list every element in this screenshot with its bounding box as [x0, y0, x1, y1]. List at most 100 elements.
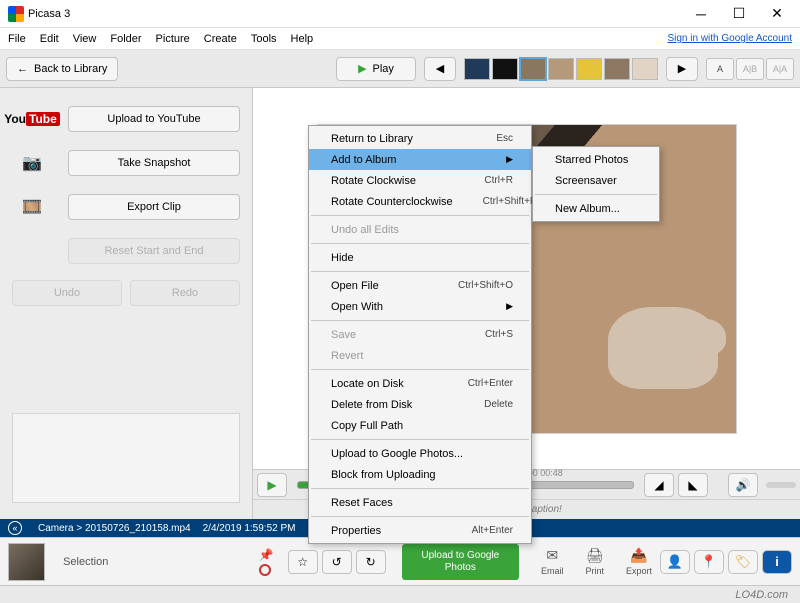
print-label: Print [585, 566, 604, 576]
ctx-upload-to-google-photos-[interactable]: Upload to Google Photos... [309, 443, 531, 464]
play-icon: ▶ [358, 62, 366, 75]
mark-in-button[interactable]: ◢ [644, 473, 674, 497]
undo-button[interactable]: Undo [12, 280, 122, 306]
people-button[interactable]: 👤 [660, 550, 690, 574]
subctx-starred-photos[interactable]: Starred Photos [533, 149, 659, 170]
ctx-rotate-clockwise[interactable]: Rotate ClockwiseCtrl+R [309, 170, 531, 191]
signin-link[interactable]: Sign in with Google Account [667, 33, 792, 44]
upload-youtube-button[interactable]: Upload to YouTube [68, 106, 240, 132]
play-label: Play [373, 63, 394, 75]
thumb-6[interactable] [604, 58, 630, 80]
view-mode-a[interactable]: A [706, 58, 734, 80]
maximize-button[interactable]: ☐ [720, 1, 758, 27]
back-label: Back to Library [34, 63, 107, 75]
thumb-4[interactable] [548, 58, 574, 80]
ctx-copy-full-path[interactable]: Copy Full Path [309, 415, 531, 436]
back-arrow-icon: ← [17, 63, 28, 75]
collapse-toggle[interactable]: « [8, 521, 22, 535]
ctx-open-file[interactable]: Open FileCtrl+Shift+O [309, 275, 531, 296]
ctx-block-from-uploading[interactable]: Block from Uploading [309, 464, 531, 485]
rotate-cw-button[interactable]: ↻ [356, 550, 386, 574]
undo-redo-group: Undo Redo [12, 280, 240, 306]
watermark: LO4D.com [735, 589, 788, 601]
view-mode-aa[interactable]: A|A [766, 58, 794, 80]
ctx-locate-on-disk[interactable]: Locate on DiskCtrl+Enter [309, 373, 531, 394]
tag-button[interactable]: 🏷 [728, 550, 758, 574]
thumb-3[interactable] [520, 58, 546, 80]
menu-tools[interactable]: Tools [251, 33, 277, 45]
ctx-hide[interactable]: Hide [309, 247, 531, 268]
camera-icon: 📷 [12, 148, 52, 178]
menu-create[interactable]: Create [204, 33, 237, 45]
ctx-delete-from-disk[interactable]: Delete from DiskDelete [309, 394, 531, 415]
ctx-save[interactable]: SaveCtrl+S [309, 324, 531, 345]
tray-tools: 📌 [259, 548, 274, 576]
menu-file[interactable]: File [8, 33, 26, 45]
mark-out-button[interactable]: ◣ [678, 473, 708, 497]
ctx-open-with[interactable]: Open With▶ [309, 296, 531, 317]
ctx-reset-faces[interactable]: Reset Faces [309, 492, 531, 513]
pin-icon[interactable]: 📌 [259, 548, 274, 562]
right-button-group: 👤 📍 🏷 i [660, 550, 792, 574]
ctx-revert[interactable]: Revert [309, 345, 531, 366]
ctx-undo-all-edits[interactable]: Undo all Edits [309, 219, 531, 240]
export-label: Export [626, 566, 652, 576]
volume-slider[interactable] [766, 482, 796, 488]
info-button[interactable]: i [762, 550, 792, 574]
upload-google-photos-button[interactable]: Upload to Google Photos [402, 544, 519, 580]
rotate-ccw-button[interactable]: ↺ [322, 550, 352, 574]
tray-thumb[interactable] [8, 543, 45, 581]
subctx-screensaver[interactable]: Screensaver [533, 170, 659, 191]
timeline-play-button[interactable]: ▶ [257, 473, 287, 497]
context-menu[interactable]: Return to LibraryEscAdd to Album▶Rotate … [308, 125, 532, 544]
volume-button[interactable]: 🔊 [728, 473, 758, 497]
status-path: Camera > 20150726_210158.mp4 [38, 523, 191, 534]
menu-help[interactable]: Help [291, 33, 314, 45]
geotag-button[interactable]: 📍 [694, 550, 724, 574]
subctx-new-album-[interactable]: New Album... [533, 198, 659, 219]
export-clip-button[interactable]: Export Clip [68, 194, 240, 220]
thumb-5[interactable] [576, 58, 602, 80]
ctx-add-to-album[interactable]: Add to Album▶ [309, 149, 531, 170]
email-action[interactable]: ✉ Email [541, 547, 564, 576]
email-label: Email [541, 566, 564, 576]
window-controls: ─ ☐ ✕ [682, 1, 796, 27]
thumb-2[interactable] [492, 58, 518, 80]
sidebar: YouTube Upload to YouTube 📷 Take Snapsho… [0, 88, 253, 519]
thumb-1[interactable] [464, 58, 490, 80]
menu-picture[interactable]: Picture [156, 33, 190, 45]
star-row: ☆ ↺ ↻ [288, 550, 386, 574]
toolbar: ← Back to Library ▶ Play ◀ ▶ A A|B A|A [0, 50, 800, 88]
snapshot-button[interactable]: Take Snapshot [68, 150, 240, 176]
export-row: 🎞️ Export Clip [12, 192, 240, 222]
back-to-library-button[interactable]: ← Back to Library [6, 57, 118, 81]
ctx-return-to-library[interactable]: Return to LibraryEsc [309, 128, 531, 149]
photo-subject [608, 307, 718, 389]
status-date: 2/4/2019 1:59:52 PM [203, 523, 296, 534]
play-button[interactable]: ▶ Play [336, 57, 416, 81]
menu-edit[interactable]: Edit [40, 33, 59, 45]
ctx-rotate-counterclockwise[interactable]: Rotate CounterclockwiseCtrl+Shift+R [309, 191, 531, 212]
ctx-properties[interactable]: PropertiesAlt+Enter [309, 520, 531, 541]
prev-image-button[interactable]: ◀ [424, 57, 456, 81]
view-mode-ab[interactable]: A|B [736, 58, 764, 80]
close-button[interactable]: ✕ [758, 1, 796, 27]
view-mode-group: A A|B A|A [706, 58, 794, 80]
clear-tray-icon[interactable] [259, 564, 271, 576]
redo-button[interactable]: Redo [130, 280, 240, 306]
minimize-button[interactable]: ─ [682, 1, 720, 27]
menu-bar: File Edit View Folder Picture Create Too… [0, 28, 800, 50]
print-action[interactable]: 🖨 Print [585, 547, 604, 576]
star-button[interactable]: ☆ [288, 550, 318, 574]
app-logo-icon [8, 6, 24, 22]
menu-view[interactable]: View [73, 33, 97, 45]
preview-box [12, 413, 240, 503]
print-icon: 🖨 [586, 547, 604, 564]
thumb-7[interactable] [632, 58, 658, 80]
context-submenu[interactable]: Starred PhotosScreensaver New Album... [532, 146, 660, 222]
window-title: Picasa 3 [28, 8, 682, 20]
menu-folder[interactable]: Folder [110, 33, 141, 45]
reset-start-end-button[interactable]: Reset Start and End [68, 238, 240, 264]
export-action[interactable]: 📤 Export [626, 547, 652, 576]
next-image-button[interactable]: ▶ [666, 57, 698, 81]
